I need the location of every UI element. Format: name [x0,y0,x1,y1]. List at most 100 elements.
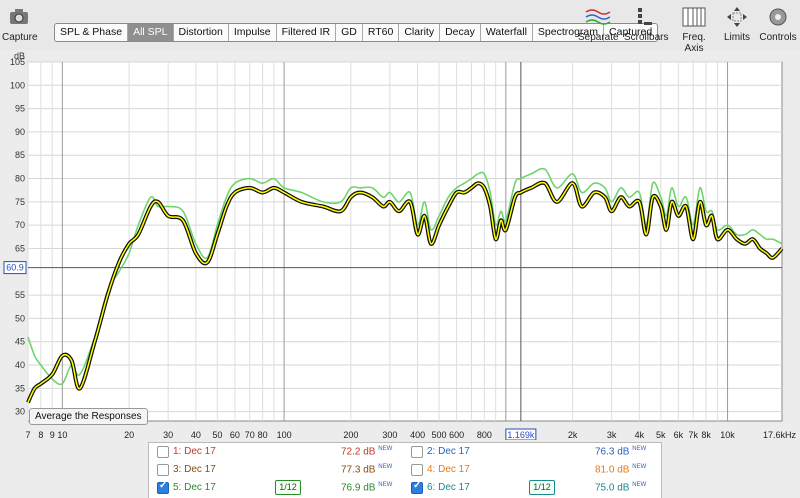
freq-axis-icon [682,7,706,27]
x-tick-label: 20 [124,430,134,440]
legend-row: 1: Dec 17 72.2 dB NEW 2: Dec 17 76.3 dB … [149,443,661,461]
measurement-2-checkbox[interactable] [411,446,423,458]
measurement-4-label[interactable]: 4: Dec 17 [427,464,470,475]
tab-decay[interactable]: Decay [440,24,481,41]
controls-button[interactable]: Controls [758,4,798,43]
measurement-5-level: 76.9 dB NEW [341,482,393,494]
measurement-2-level: 76.3 dB NEW [595,446,647,458]
y-tick-label: 40 [15,360,25,370]
limits-label: Limits [723,32,751,43]
measurement-2-label[interactable]: 2: Dec 17 [427,446,470,457]
separate-label: Separate [578,32,619,43]
cursor-x-label: 1.169k [507,430,535,440]
limits-button[interactable]: Limits [720,4,754,43]
tab-distortion[interactable]: Distortion [174,24,229,41]
capture-label: Capture [2,32,38,43]
tab-gd[interactable]: GD [336,24,363,41]
x-tick-label: 200 [343,430,358,440]
x-tick-label: 40 [191,430,201,440]
x-tick-label: 9 [50,430,55,440]
cursor-y-readout: 60.9 [6,263,24,273]
x-tick-label: 300 [382,430,397,440]
y-tick-label: 95 [15,104,25,114]
x-tick-label: 8k [701,430,711,440]
x-tick-label: 7k [688,430,698,440]
spl-graph[interactable]: 1051009590858075706560.9555045403530dB78… [0,50,800,440]
legend-row: 5: Dec 17 1/12 76.9 dB NEW 6: Dec 17 1/1… [149,479,661,497]
measurement-3-level: 77.3 dB NEW [341,464,393,476]
y-tick-label: 55 [15,290,25,300]
measurement-3-label[interactable]: 3: Dec 17 [173,464,216,475]
tab-rt60[interactable]: RT60 [363,24,400,41]
x-tick-label: 50 [212,430,222,440]
x-tick-label: 70 [245,430,255,440]
measurement-1-level: 72.2 dB NEW [341,446,393,458]
measurement-1-label[interactable]: 1: Dec 17 [173,446,216,457]
camera-icon [10,9,28,24]
capture-button[interactable]: Capture [2,4,38,43]
scrollbars-label: Scrollbars [624,32,669,43]
y-tick-label: 65 [15,243,25,253]
y-tick-label: 70 [15,220,25,230]
measurement-5-smoothing[interactable]: 1/12 [275,480,301,495]
controls-label: Controls [759,32,797,43]
x-tick-label: 3k [607,430,617,440]
x-tick-label: 8 [38,430,43,440]
x-tick-label: 4k [635,430,645,440]
measurement-1-checkbox[interactable] [157,446,169,458]
measurement-6-level: 75.0 dB NEW [595,482,647,494]
scrollbars-button[interactable]: Scrollbars [624,4,668,43]
y-tick-label: 100 [10,80,25,90]
tab-clarity[interactable]: Clarity [399,24,441,41]
measurement-6-checkbox[interactable] [411,480,423,494]
x-tick-label: 800 [477,430,492,440]
measurement-3-checkbox[interactable] [157,464,169,476]
freq-axis-button[interactable]: Freq. Axis [672,4,716,54]
y-tick-label: 35 [15,383,25,393]
scrollbars-icon [638,8,652,25]
x-tick-label: 60 [230,430,240,440]
tab-impulse[interactable]: Impulse [229,24,277,41]
tab-spl-phase[interactable]: SPL & Phase [55,24,129,41]
limits-icon [727,7,747,27]
legend-row: 3: Dec 17 77.3 dB NEW 4: Dec 17 81.0 dB … [149,461,661,479]
x-tick-label: 80 [258,430,268,440]
y-unit-label: dB [14,51,25,61]
tab-filtered-ir[interactable]: Filtered IR [277,24,337,41]
x-tick-label: 400 [410,430,425,440]
x-tick-label: 5k [656,430,666,440]
x-tick-label: 30 [163,430,173,440]
measurement-legend: 1: Dec 17 72.2 dB NEW 2: Dec 17 76.3 dB … [148,442,662,498]
view-tabs: SPL & Phase All SPL Distortion Impulse F… [54,23,659,42]
y-tick-label: 45 [15,337,25,347]
x-tick-label: 7 [25,430,30,440]
average-responses-button[interactable]: Average the Responses [29,408,148,425]
y-tick-label: 80 [15,174,25,184]
x-tick-label: 10k [720,430,735,440]
measurement-4-level: 81.0 dB NEW [595,464,647,476]
x-tick-label: 600 [449,430,464,440]
y-tick-label: 30 [15,407,25,417]
measurement-6-label[interactable]: 6: Dec 17 [427,482,470,493]
y-tick-label: 90 [15,127,25,137]
x-tick-label: 17.6kHz [763,430,797,440]
gear-icon [769,8,787,26]
separate-button[interactable]: Separate [578,4,619,43]
toolbar: Capture SPL & Phase All SPL Distortion I… [0,0,800,54]
measurement-4-checkbox[interactable] [411,464,423,476]
tab-waterfall[interactable]: Waterfall [481,24,533,41]
x-tick-label: 500 [432,430,447,440]
measurement-5-checkbox[interactable] [157,480,169,494]
x-tick-label: 10 [57,430,67,440]
y-tick-label: 75 [15,197,25,207]
x-tick-label: 6k [674,430,684,440]
measurement-6-smoothing[interactable]: 1/12 [529,480,555,495]
plot-area [27,61,783,422]
separate-icon [585,9,611,25]
measurement-5-label[interactable]: 5: Dec 17 [173,482,216,493]
y-tick-label: 50 [15,313,25,323]
x-tick-label: 2k [568,430,578,440]
x-tick-label: 100 [277,430,292,440]
tab-all-spl[interactable]: All SPL [128,24,174,41]
y-tick-label: 85 [15,150,25,160]
